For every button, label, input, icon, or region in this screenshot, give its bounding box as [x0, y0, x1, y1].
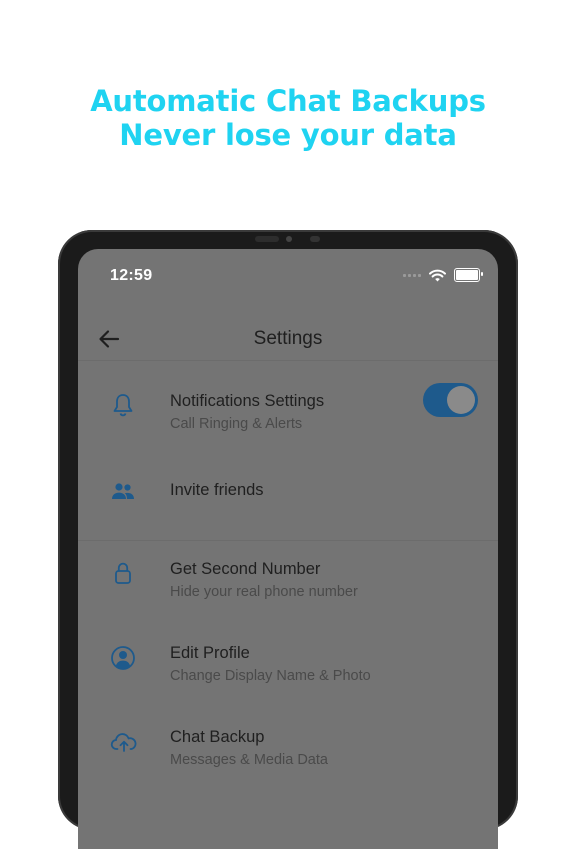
page-title: Settings [253, 328, 323, 349]
settings-item-invite-friends[interactable]: Invite friends [78, 475, 498, 555]
settings-item-subtitle: Hide your real phone number [170, 584, 358, 600]
settings-item-subtitle: Messages & Media Data [170, 752, 328, 768]
camera-lens [310, 236, 320, 242]
status-time: 12:59 [110, 267, 153, 284]
settings-item-title: Notifications Settings [170, 392, 325, 410]
people-icon [112, 483, 134, 499]
settings-item-second-number[interactable]: Get Second Number Hide your real phone n… [78, 558, 498, 638]
lock-icon [115, 562, 131, 584]
status-icons [403, 268, 483, 282]
bell-icon [113, 394, 133, 417]
app-screen: 12:59 Settings Notifications Settings Ca… [78, 249, 498, 849]
settings-item-title: Chat Backup [170, 728, 265, 746]
app-bar-divider [78, 360, 498, 361]
battery-icon [454, 268, 483, 282]
headline-line-2: Never lose your data [119, 118, 457, 152]
settings-item-edit-profile[interactable]: Edit Profile Change Display Name & Photo [78, 642, 498, 722]
settings-item-title: Invite friends [170, 481, 264, 499]
app-bar: Settings [78, 311, 498, 367]
camera-dots [255, 236, 279, 242]
toggle-knob [447, 386, 475, 414]
camera-dot [286, 236, 292, 242]
profile-icon [111, 646, 135, 670]
cloud-upload-icon [110, 733, 137, 752]
settings-item-subtitle: Change Display Name & Photo [170, 668, 371, 684]
headline-line-1: Automatic Chat Backups [90, 84, 486, 118]
settings-item-subtitle: Call Ringing & Alerts [170, 416, 303, 432]
settings-item-notifications[interactable]: Notifications Settings Call Ringing & Al… [78, 383, 498, 470]
signal-icon [403, 273, 421, 277]
settings-item-title: Get Second Number [170, 560, 321, 578]
tablet-frame: 12:59 Settings Notifications Settings Ca… [58, 230, 518, 849]
section-divider [78, 540, 498, 541]
notifications-toggle[interactable] [423, 383, 478, 417]
marketing-headline: Automatic Chat Backups Never lose your d… [0, 84, 576, 152]
settings-item-title: Edit Profile [170, 644, 250, 662]
wifi-icon [429, 269, 446, 281]
settings-item-chat-backup[interactable]: Chat Backup Messages & Media Data [78, 726, 498, 806]
